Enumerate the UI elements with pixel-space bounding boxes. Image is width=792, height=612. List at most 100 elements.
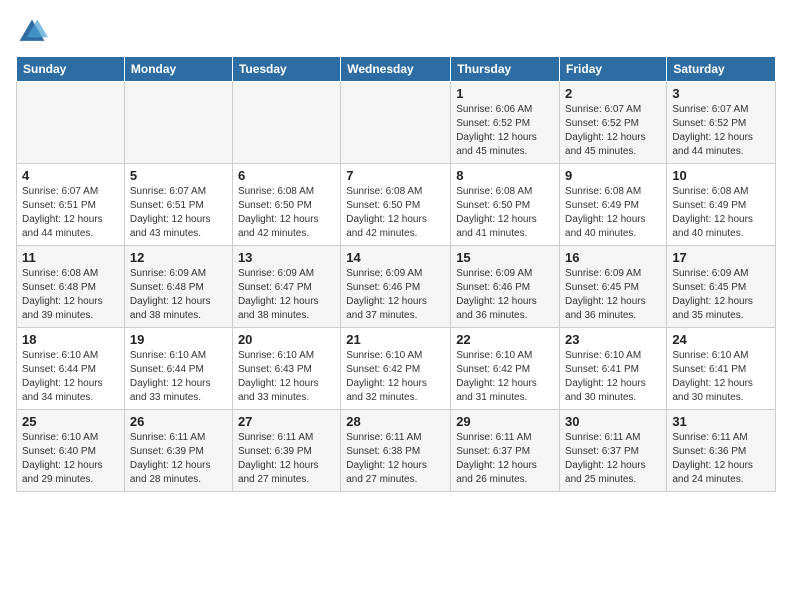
- day-cell: [232, 82, 340, 164]
- day-number: 7: [346, 168, 445, 183]
- day-cell: 2Sunrise: 6:07 AM Sunset: 6:52 PM Daylig…: [560, 82, 667, 164]
- week-row-3: 11 Sunrise: 6:08 AM Sunset: 6:48 PM Dayli…: [17, 246, 776, 328]
- day-number: 28: [346, 414, 445, 429]
- calendar-body: 1 Sunrise: 6:06 AM Sunset: 6:52 PM Daylig…: [17, 82, 776, 492]
- day-number: 30: [565, 414, 661, 429]
- day-cell: 15 Sunrise: 6:09 AM Sunset: 6:46 PM Dayli…: [451, 246, 560, 328]
- day-detail: Sunrise: 6:11 AM Sunset: 6:37 PM Dayligh…: [456, 431, 554, 487]
- day-number: 10: [672, 168, 770, 183]
- day-detail: Sunrise: 6:10 AM Sunset: 6:44 PM Dayligh…: [130, 349, 227, 405]
- day-number: 5: [130, 168, 227, 183]
- day-detail: Sunrise: 6:11 AM Sunset: 6:37 PM Dayligh…: [565, 431, 661, 487]
- day-number: 1: [456, 86, 554, 101]
- day-detail: Sunrise: 6:11 AM Sunset: 6:39 PM Dayligh…: [130, 431, 227, 487]
- week-row-4: 18Sunrise: 6:10 AM Sunset: 6:44 PM Dayli…: [17, 328, 776, 410]
- day-cell: 21 Sunrise: 6:10 AM Sunset: 6:42 PM Dayli…: [341, 328, 451, 410]
- week-row-5: 25 Sunrise: 6:10 AM Sunset: 6:40 PM Dayli…: [17, 410, 776, 492]
- col-header-wednesday: Wednesday: [341, 57, 451, 82]
- col-header-sunday: Sunday: [17, 57, 125, 82]
- day-number: 19: [130, 332, 227, 347]
- day-detail: Sunrise: 6:11 AM Sunset: 6:38 PM Dayligh…: [346, 431, 445, 487]
- week-row-2: 4 Sunrise: 6:07 AM Sunset: 6:51 PM Daylig…: [17, 164, 776, 246]
- day-cell: 23 Sunrise: 6:10 AM Sunset: 6:41 PM Dayli…: [560, 328, 667, 410]
- page-header: [16, 16, 776, 48]
- day-detail: Sunrise: 6:10 AM Sunset: 6:44 PM Dayligh…: [22, 349, 119, 405]
- day-detail: Sunrise: 6:11 AM Sunset: 6:36 PM Dayligh…: [672, 431, 770, 487]
- day-cell: 8 Sunrise: 6:08 AM Sunset: 6:50 PM Daylig…: [451, 164, 560, 246]
- day-cell: 17Sunrise: 6:09 AM Sunset: 6:45 PM Dayli…: [667, 246, 776, 328]
- day-detail: Sunrise: 6:09 AM Sunset: 6:46 PM Dayligh…: [346, 267, 445, 323]
- day-number: 27: [238, 414, 335, 429]
- day-number: 24: [672, 332, 770, 347]
- day-cell: [124, 82, 232, 164]
- col-header-tuesday: Tuesday: [232, 57, 340, 82]
- day-number: 15: [456, 250, 554, 265]
- header-row: SundayMondayTuesdayWednesdayThursdayFrid…: [17, 57, 776, 82]
- day-number: 20: [238, 332, 335, 347]
- day-cell: 14Sunrise: 6:09 AM Sunset: 6:46 PM Dayli…: [341, 246, 451, 328]
- day-detail: Sunrise: 6:08 AM Sunset: 6:49 PM Dayligh…: [565, 185, 661, 241]
- day-number: 23: [565, 332, 661, 347]
- day-cell: 27 Sunrise: 6:11 AM Sunset: 6:39 PM Dayli…: [232, 410, 340, 492]
- day-cell: 19 Sunrise: 6:10 AM Sunset: 6:44 PM Dayli…: [124, 328, 232, 410]
- day-number: 26: [130, 414, 227, 429]
- day-detail: Sunrise: 6:10 AM Sunset: 6:41 PM Dayligh…: [672, 349, 770, 405]
- day-cell: 5Sunrise: 6:07 AM Sunset: 6:51 PM Daylig…: [124, 164, 232, 246]
- day-cell: [341, 82, 451, 164]
- day-cell: 29 Sunrise: 6:11 AM Sunset: 6:37 PM Dayli…: [451, 410, 560, 492]
- day-number: 6: [238, 168, 335, 183]
- day-number: 16: [565, 250, 661, 265]
- day-number: 3: [672, 86, 770, 101]
- col-header-monday: Monday: [124, 57, 232, 82]
- day-cell: 7Sunrise: 6:08 AM Sunset: 6:50 PM Daylig…: [341, 164, 451, 246]
- day-detail: Sunrise: 6:08 AM Sunset: 6:50 PM Dayligh…: [238, 185, 335, 241]
- day-cell: 30 Sunrise: 6:11 AM Sunset: 6:37 PM Dayli…: [560, 410, 667, 492]
- day-cell: 25 Sunrise: 6:10 AM Sunset: 6:40 PM Dayli…: [17, 410, 125, 492]
- logo: [16, 16, 52, 48]
- day-number: 9: [565, 168, 661, 183]
- day-detail: Sunrise: 6:09 AM Sunset: 6:47 PM Dayligh…: [238, 267, 335, 323]
- col-header-thursday: Thursday: [451, 57, 560, 82]
- day-cell: 12 Sunrise: 6:09 AM Sunset: 6:48 PM Dayli…: [124, 246, 232, 328]
- day-cell: 9 Sunrise: 6:08 AM Sunset: 6:49 PM Daylig…: [560, 164, 667, 246]
- day-number: 12: [130, 250, 227, 265]
- day-cell: 31 Sunrise: 6:11 AM Sunset: 6:36 PM Dayli…: [667, 410, 776, 492]
- day-detail: Sunrise: 6:07 AM Sunset: 6:52 PM Dayligh…: [672, 103, 770, 159]
- day-detail: Sunrise: 6:08 AM Sunset: 6:50 PM Dayligh…: [456, 185, 554, 241]
- day-cell: 4 Sunrise: 6:07 AM Sunset: 6:51 PM Daylig…: [17, 164, 125, 246]
- week-row-1: 1 Sunrise: 6:06 AM Sunset: 6:52 PM Daylig…: [17, 82, 776, 164]
- day-detail: Sunrise: 6:08 AM Sunset: 6:48 PM Dayligh…: [22, 267, 119, 323]
- day-detail: Sunrise: 6:11 AM Sunset: 6:39 PM Dayligh…: [238, 431, 335, 487]
- day-number: 4: [22, 168, 119, 183]
- day-cell: 10Sunrise: 6:08 AM Sunset: 6:49 PM Dayli…: [667, 164, 776, 246]
- day-detail: Sunrise: 6:10 AM Sunset: 6:40 PM Dayligh…: [22, 431, 119, 487]
- day-detail: Sunrise: 6:10 AM Sunset: 6:41 PM Dayligh…: [565, 349, 661, 405]
- day-number: 29: [456, 414, 554, 429]
- day-detail: Sunrise: 6:10 AM Sunset: 6:42 PM Dayligh…: [346, 349, 445, 405]
- day-cell: 1 Sunrise: 6:06 AM Sunset: 6:52 PM Daylig…: [451, 82, 560, 164]
- day-number: 21: [346, 332, 445, 347]
- day-detail: Sunrise: 6:09 AM Sunset: 6:48 PM Dayligh…: [130, 267, 227, 323]
- day-cell: 13Sunrise: 6:09 AM Sunset: 6:47 PM Dayli…: [232, 246, 340, 328]
- day-number: 25: [22, 414, 119, 429]
- day-number: 17: [672, 250, 770, 265]
- day-number: 31: [672, 414, 770, 429]
- day-detail: Sunrise: 6:09 AM Sunset: 6:46 PM Dayligh…: [456, 267, 554, 323]
- day-detail: Sunrise: 6:10 AM Sunset: 6:43 PM Dayligh…: [238, 349, 335, 405]
- day-cell: 6 Sunrise: 6:08 AM Sunset: 6:50 PM Daylig…: [232, 164, 340, 246]
- day-detail: Sunrise: 6:07 AM Sunset: 6:51 PM Dayligh…: [22, 185, 119, 241]
- day-cell: [17, 82, 125, 164]
- day-detail: Sunrise: 6:07 AM Sunset: 6:52 PM Dayligh…: [565, 103, 661, 159]
- day-detail: Sunrise: 6:06 AM Sunset: 6:52 PM Dayligh…: [456, 103, 554, 159]
- day-cell: 20 Sunrise: 6:10 AM Sunset: 6:43 PM Dayli…: [232, 328, 340, 410]
- day-number: 11: [22, 250, 119, 265]
- day-number: 22: [456, 332, 554, 347]
- calendar-header: SundayMondayTuesdayWednesdayThursdayFrid…: [17, 57, 776, 82]
- day-detail: Sunrise: 6:10 AM Sunset: 6:42 PM Dayligh…: [456, 349, 554, 405]
- col-header-saturday: Saturday: [667, 57, 776, 82]
- day-cell: 28 Sunrise: 6:11 AM Sunset: 6:38 PM Dayli…: [341, 410, 451, 492]
- day-number: 8: [456, 168, 554, 183]
- day-detail: Sunrise: 6:09 AM Sunset: 6:45 PM Dayligh…: [565, 267, 661, 323]
- day-cell: 3 Sunrise: 6:07 AM Sunset: 6:52 PM Daylig…: [667, 82, 776, 164]
- day-cell: 24 Sunrise: 6:10 AM Sunset: 6:41 PM Dayli…: [667, 328, 776, 410]
